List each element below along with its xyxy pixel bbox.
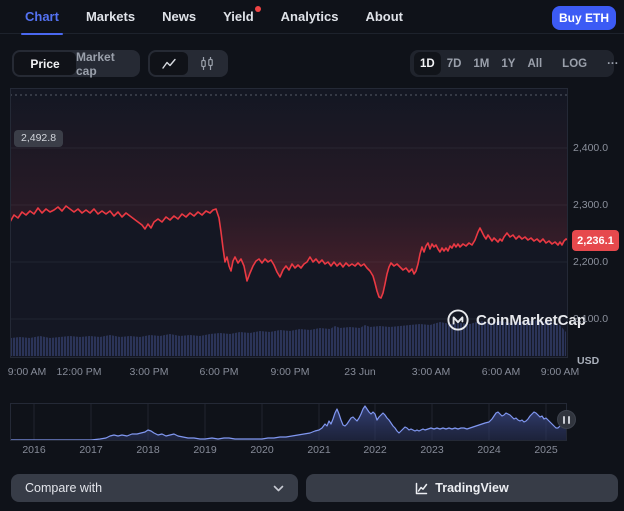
line-chart-icon	[161, 57, 177, 71]
nav-item-news[interactable]: News	[162, 0, 196, 34]
tradingview-label: TradingView	[435, 481, 509, 495]
year-label-2021: 2021	[307, 444, 331, 456]
year-label-2025: 2025	[534, 444, 558, 456]
nav-item-analytics[interactable]: Analytics	[281, 0, 339, 34]
toggle-option-price[interactable]: Price	[14, 52, 76, 75]
x-axis-label: 6:00 PM	[199, 366, 239, 378]
x-axis-label: 6:00 AM	[481, 366, 521, 378]
main-price-chart[interactable]: 2,492.8 CoinMarketCap	[10, 88, 586, 358]
log-scale-button[interactable]: LOG	[556, 52, 593, 75]
x-axis-label: 9:00 AM	[7, 366, 47, 378]
range-button-1d[interactable]: 1D	[414, 52, 441, 75]
range-selector-chart[interactable]	[10, 403, 567, 441]
range-handle[interactable]	[557, 410, 576, 429]
coinmarketcap-logo-icon	[447, 309, 469, 331]
more-options-button[interactable]: ···	[601, 52, 624, 75]
year-label-2023: 2023	[420, 444, 444, 456]
usd-axis-label: USD	[577, 355, 600, 367]
compare-with-dropdown[interactable]: Compare with	[11, 474, 298, 502]
x-axis-label: 9:00 AM	[540, 366, 580, 378]
year-label-2020: 2020	[250, 444, 274, 456]
x-axis-label: 23 Jun	[344, 366, 376, 378]
year-label-2018: 2018	[136, 444, 160, 456]
watermark-text: CoinMarketCap	[476, 311, 587, 329]
range-button-7d[interactable]: 7D	[441, 52, 468, 75]
nav-item-chart[interactable]: Chart	[21, 0, 63, 35]
buy-eth-button[interactable]: Buy ETH	[552, 6, 616, 30]
x-axis-label: 3:00 PM	[129, 366, 169, 378]
line-chart-type-button[interactable]	[150, 52, 188, 75]
reference-price-label: 2,492.8	[14, 130, 64, 147]
x-axis-label: 12:00 PM	[56, 366, 102, 378]
toggle-option-market-cap[interactable]: Market cap	[76, 50, 138, 78]
year-label-2017: 2017	[79, 444, 103, 456]
x-axis-label: 9:00 PM	[270, 366, 310, 378]
price-marketcap-toggle: Price Market cap	[12, 50, 140, 78]
candlestick-chart-type-button[interactable]	[188, 52, 226, 75]
y-axis-label: 2,200.0	[573, 256, 609, 268]
y-axis-label: 2,300.0	[573, 199, 609, 211]
notification-dot	[254, 5, 261, 12]
chevron-down-icon	[273, 485, 284, 492]
chart-type-toggle	[148, 50, 228, 77]
range-button-1m[interactable]: 1M	[467, 52, 495, 75]
nav-item-yield[interactable]: Yield	[223, 0, 261, 34]
year-label-2024: 2024	[477, 444, 501, 456]
nav-item-about[interactable]: About	[365, 0, 403, 34]
current-price-badge: 2,236.1	[572, 230, 619, 251]
nav-item-markets[interactable]: Markets	[86, 0, 135, 34]
tradingview-button[interactable]: TradingView	[306, 474, 618, 502]
y-axis-label: 2,100.0	[573, 313, 609, 325]
coinmarketcap-watermark: CoinMarketCap	[447, 309, 586, 331]
range-button-all[interactable]: All	[521, 52, 548, 75]
range-button-1y[interactable]: 1Y	[495, 52, 521, 75]
time-range-selector: 1D 7D 1M 1Y All LOG ···	[410, 50, 619, 77]
x-axis-label: 3:00 AM	[411, 366, 451, 378]
coinmarketcap-chart-page: Chart Markets News Yield Analytics About Buy …	[0, 0, 624, 511]
candlestick-icon	[199, 56, 215, 71]
y-axis-label: 2,400.0	[573, 142, 609, 154]
year-label-2016: 2016	[22, 444, 46, 456]
year-label-2022: 2022	[363, 444, 387, 456]
top-nav: Chart Markets News Yield Analytics About	[0, 0, 624, 35]
year-label-2019: 2019	[193, 444, 217, 456]
compare-with-label: Compare with	[25, 481, 103, 495]
tradingview-icon	[415, 482, 428, 495]
